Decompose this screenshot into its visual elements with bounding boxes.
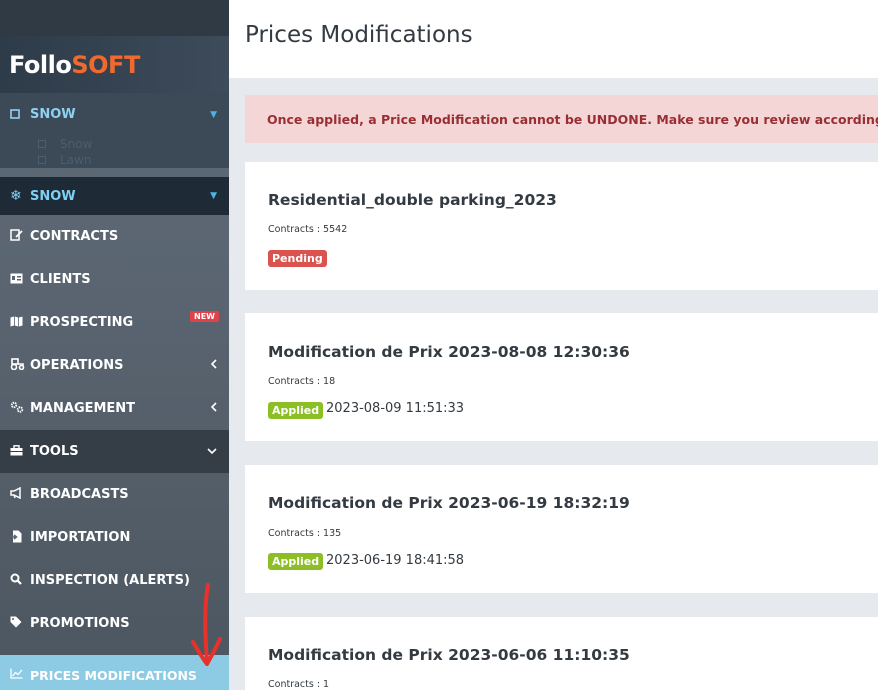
sidebar-item-label: IMPORTATION: [30, 530, 131, 545]
status-badge: Pending: [268, 250, 327, 267]
megaphone-icon: [10, 486, 30, 502]
sidebar-item-management[interactable]: MANAGEMENT: [0, 387, 229, 430]
card-contracts-count: Contracts : 18: [268, 376, 336, 387]
sidebar-item-importation[interactable]: IMPORTATION: [0, 516, 229, 559]
card-title[interactable]: Modification de Prix 2023-06-19 18:32:19: [268, 494, 630, 512]
search-icon: [10, 573, 30, 588]
sidebar-item-contracts[interactable]: CONTRACTS: [0, 215, 229, 258]
caret-down-icon: ▼: [210, 109, 217, 120]
sidebar-item-broadcasts[interactable]: BROADCASTS: [0, 473, 229, 516]
sub-item-snow[interactable]: Snow: [0, 136, 229, 152]
checkbox-icon: [38, 156, 46, 164]
card-title[interactable]: Modification de Prix 2023-06-06 11:10:35: [268, 646, 630, 664]
sidebar-item-tools[interactable]: TOOLS: [0, 430, 229, 473]
logo-text-follo: Follo: [9, 50, 72, 79]
new-badge: NEW: [190, 311, 219, 322]
chevron-left-icon: [210, 402, 217, 415]
sub-item-lawn[interactable]: Lawn: [0, 152, 229, 168]
sidebar-item-label: MANAGEMENT: [30, 401, 136, 416]
price-modification-card[interactable]: Modification de Prix 2023-06-06 11:10:35…: [245, 617, 878, 690]
sidebar-item-label: OPERATIONS: [30, 358, 124, 373]
sidebar-item-operations[interactable]: OPERATIONS: [0, 344, 229, 387]
sidebar-item-label: PRICES MODIFICATIONS: [30, 667, 197, 683]
card-title[interactable]: Residential_double parking_2023: [268, 191, 557, 209]
logo[interactable]: Follo SOFT: [0, 36, 229, 93]
sidebar-item-label: PROSPECTING: [30, 315, 134, 330]
season-selector-label: SNOW: [30, 188, 76, 204]
square-icon: [10, 108, 30, 122]
sidebar-item-label: BROADCASTS: [30, 487, 129, 502]
status-badge: Applied: [268, 402, 324, 419]
caret-down-icon: ▼: [210, 191, 217, 201]
main-content: Prices Modifications Once applied, a Pri…: [229, 0, 878, 690]
warning-alert: Once applied, a Price Modification canno…: [245, 95, 878, 143]
price-modification-card[interactable]: Modification de Prix 2023-06-19 18:32:19…: [245, 465, 878, 593]
chevron-down-icon: [207, 446, 217, 457]
cogs-icon: [10, 401, 30, 416]
tractor-icon: [10, 358, 30, 373]
company-dropdown-label: SNOW: [30, 107, 76, 122]
sub-item-label: Snow: [60, 137, 93, 151]
price-modification-card[interactable]: Modification de Prix 2023-08-08 12:30:36…: [245, 313, 878, 441]
sidebar-item-label: TOOLS: [30, 444, 79, 459]
applied-date: 2023-06-19 18:41:58: [326, 553, 465, 568]
sidebar-item-prospecting[interactable]: PROSPECTING NEW: [0, 301, 229, 344]
sub-item-label: Lawn: [60, 153, 92, 167]
applied-date: 2023-08-09 11:51:33: [326, 401, 465, 416]
sidebar-item-label: CLIENTS: [30, 272, 91, 287]
page-header: Prices Modifications: [229, 0, 878, 78]
price-modification-card[interactable]: Residential_double parking_2023 Contract…: [245, 162, 878, 290]
card-contracts-count: Contracts : 5542: [268, 224, 348, 235]
toolbox-icon: [10, 444, 30, 459]
edit-document-icon: [10, 229, 30, 244]
card-contracts-count: Contracts : 135: [268, 528, 342, 539]
tag-icon: [10, 616, 30, 631]
card-title[interactable]: Modification de Prix 2023-08-08 12:30:36: [268, 343, 630, 361]
logo-text-soft: SOFT: [71, 50, 140, 79]
sidebar-item-clients[interactable]: CLIENTS: [0, 258, 229, 301]
card-contracts-count: Contracts : 1: [268, 679, 330, 690]
chevron-left-icon: [210, 359, 217, 372]
snowflake-icon: ❄: [10, 188, 22, 204]
sidebar-item-label: INSPECTION (ALERTS): [30, 573, 190, 588]
season-selector[interactable]: ❄ SNOW ▼: [0, 177, 229, 215]
sidebar-item-label: PROMOTIONS: [30, 616, 130, 631]
sidebar-top-bar: [0, 0, 229, 36]
annotation-arrow-icon: [191, 583, 222, 666]
map-icon: [10, 316, 30, 330]
chart-line-icon: [10, 668, 30, 682]
sidebar-item-label: CONTRACTS: [30, 229, 119, 244]
id-card-icon: [10, 273, 30, 287]
file-import-icon: [10, 530, 30, 546]
checkbox-icon: [38, 140, 46, 148]
status-badge: Applied: [268, 553, 324, 570]
company-selector: SNOW ▼ Snow Lawn: [0, 93, 229, 168]
company-dropdown[interactable]: SNOW ▼: [0, 93, 229, 136]
page-title: Prices Modifications: [245, 22, 473, 48]
